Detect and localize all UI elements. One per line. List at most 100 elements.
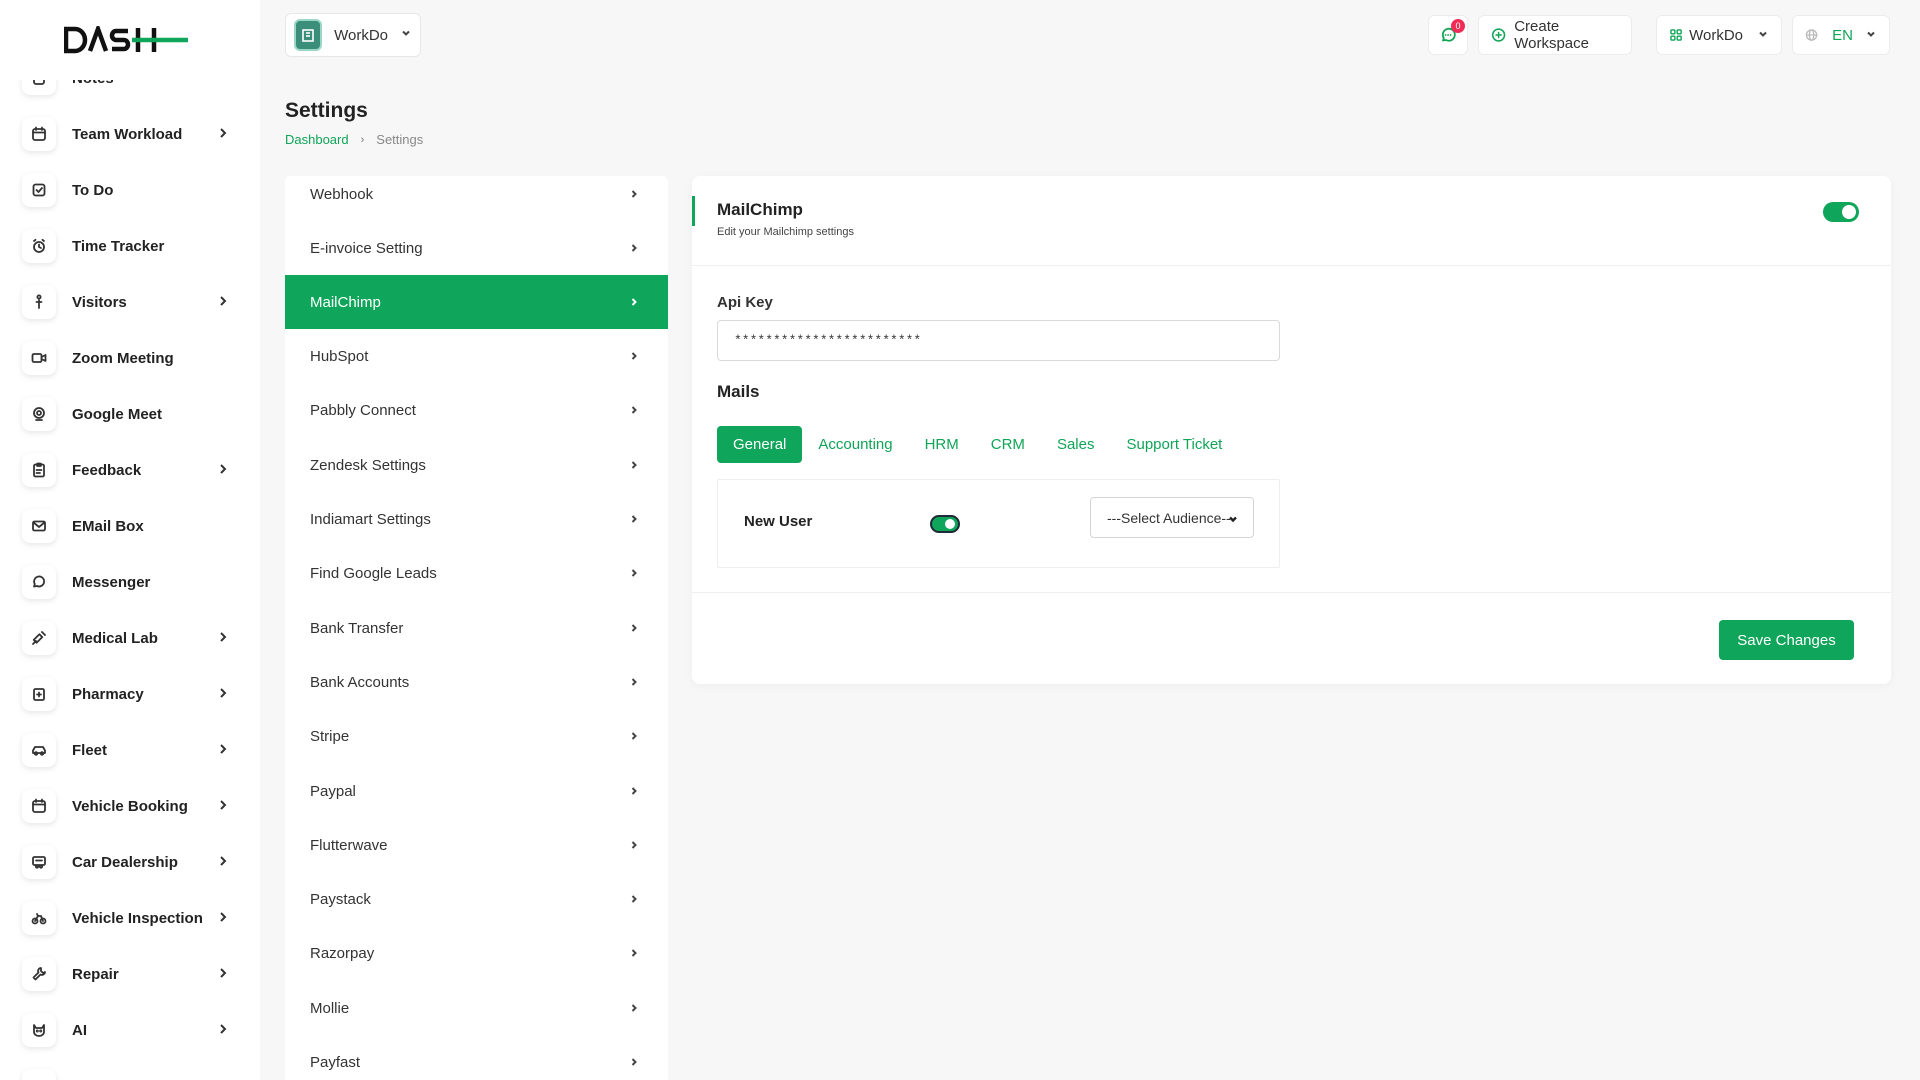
notification-badge: 0 bbox=[1451, 19, 1465, 33]
sidebar-item-label: Visitors bbox=[72, 293, 127, 311]
audience-select[interactable]: ---Select Audience--- bbox=[1090, 497, 1254, 538]
chevron-right-icon bbox=[628, 295, 640, 312]
workdo-menu-label: WorkDo bbox=[1689, 26, 1743, 44]
settings-item-bank-transfer[interactable]: Bank Transfer bbox=[285, 601, 668, 655]
language-selector[interactable]: EN bbox=[1792, 15, 1890, 55]
sidebar-item-to-do[interactable]: To Do bbox=[0, 162, 260, 218]
sidebar-item-fleet[interactable]: Fleet bbox=[0, 722, 260, 778]
settings-item-paystack[interactable]: Paystack bbox=[285, 872, 668, 926]
sidebar-item-messenger[interactable]: Messenger bbox=[0, 554, 260, 610]
sidebar-item-label: Messenger bbox=[72, 573, 151, 591]
sidebar-item-zoom-meeting[interactable]: Zoom Meeting bbox=[0, 330, 260, 386]
settings-item-pabbly-connect[interactable]: Pabbly Connect bbox=[285, 383, 668, 437]
mailchimp-enable-toggle[interactable] bbox=[1823, 202, 1859, 222]
chevron-right-icon bbox=[628, 349, 640, 366]
settings-item-flutterwave[interactable]: Flutterwave bbox=[285, 818, 668, 872]
sidebar-item-label: Team Workload bbox=[72, 125, 183, 143]
sidebar-item-car-dealership[interactable]: Car Dealership bbox=[0, 834, 260, 890]
settings-item-paypal[interactable]: Paypal bbox=[285, 764, 668, 818]
card-accent-bar bbox=[692, 196, 695, 226]
plus-circle-icon bbox=[1491, 28, 1506, 42]
workdo-menu[interactable]: WorkDo bbox=[1656, 15, 1782, 55]
bike-icon bbox=[22, 901, 56, 935]
messages-button[interactable]: 0 bbox=[1428, 15, 1468, 55]
medkit-icon bbox=[22, 677, 56, 711]
calendar-check-icon bbox=[22, 789, 56, 823]
sidebar-item-label: Car Dealership bbox=[72, 853, 178, 871]
sidebar-item-label: Google Meet bbox=[72, 405, 163, 423]
create-workspace-button[interactable]: Create Workspace bbox=[1478, 15, 1632, 55]
sidebar-item-ai[interactable]: AI bbox=[0, 1002, 260, 1058]
settings-item-stripe[interactable]: Stripe bbox=[285, 709, 668, 763]
tab-general[interactable]: General bbox=[717, 426, 803, 463]
audience-select-value: ---Select Audience--- bbox=[1107, 509, 1236, 526]
mails-section-title: Mails bbox=[717, 382, 760, 401]
sidebar-item-label: Time Tracker bbox=[72, 237, 165, 255]
sidebar-item-label: Pharmacy bbox=[72, 685, 144, 703]
chevron-right-icon bbox=[628, 566, 640, 583]
settings-item-e-invoice[interactable]: E-invoice Setting bbox=[285, 221, 668, 275]
sidebar-item-vehicle-inspection[interactable]: Vehicle Inspection bbox=[0, 890, 260, 946]
dash-logo-icon bbox=[64, 26, 188, 54]
sidebar-item-feedback[interactable]: Feedback bbox=[0, 442, 260, 498]
settings-item-zendesk[interactable]: Zendesk Settings bbox=[285, 438, 668, 492]
chevron-down-icon bbox=[400, 26, 412, 44]
chevron-right-icon bbox=[628, 241, 640, 258]
chevron-right-icon bbox=[628, 512, 640, 529]
settings-item-bank-accounts[interactable]: Bank Accounts bbox=[285, 655, 668, 709]
mail-setting-row: New User ---Select Audience--- bbox=[717, 479, 1280, 568]
settings-item-razorpay[interactable]: Razorpay bbox=[285, 926, 668, 980]
settings-item-label: Paypal bbox=[310, 782, 356, 800]
sidebar: Notes Team Workload To Do Time Tracker V… bbox=[0, 0, 260, 1080]
tab-sales[interactable]: Sales bbox=[1041, 426, 1111, 463]
settings-item-find-google-leads[interactable]: Find Google Leads bbox=[285, 546, 668, 600]
sidebar-item-pharmacy[interactable]: Pharmacy bbox=[0, 666, 260, 722]
sidebar-item-email-box[interactable]: EMail Box bbox=[0, 498, 260, 554]
sidebar-item-vehicle-booking[interactable]: Vehicle Booking bbox=[0, 778, 260, 834]
video-icon bbox=[22, 341, 56, 375]
dealership-icon bbox=[22, 845, 56, 879]
mailchimp-settings-card: MailChimp Edit your Mailchimp settings A… bbox=[692, 176, 1891, 684]
sidebar-item-label: Vehicle Booking bbox=[72, 797, 188, 815]
mail-setting-label: New User bbox=[744, 513, 813, 530]
breadcrumb-current: Settings bbox=[376, 132, 424, 147]
chevron-right-icon bbox=[628, 892, 640, 909]
chevron-right-icon bbox=[216, 910, 230, 927]
sidebar-item-team-workload[interactable]: Team Workload bbox=[0, 106, 260, 162]
alarm-icon bbox=[22, 229, 56, 263]
sidebar-item-visitors[interactable]: Visitors bbox=[0, 274, 260, 330]
tab-crm[interactable]: CRM bbox=[975, 426, 1041, 463]
chevron-right-icon bbox=[216, 742, 230, 759]
breadcrumb-dashboard-link[interactable]: Dashboard bbox=[285, 132, 349, 147]
breadcrumb-separator-icon: › bbox=[360, 133, 365, 146]
sidebar-item-google-meet[interactable]: Google Meet bbox=[0, 386, 260, 442]
building-icon bbox=[294, 19, 323, 51]
tab-hrm[interactable]: HRM bbox=[909, 426, 975, 463]
settings-item-label: Indiamart Settings bbox=[310, 510, 431, 528]
chevron-right-icon bbox=[628, 621, 640, 638]
sidebar-item-medical-lab[interactable]: Medical Lab bbox=[0, 610, 260, 666]
settings-item-hubspot[interactable]: HubSpot bbox=[285, 329, 668, 383]
brand-logo[interactable] bbox=[0, 0, 260, 80]
settings-item-indiamart[interactable]: Indiamart Settings bbox=[285, 492, 668, 546]
sidebar-item-time-tracker[interactable]: Time Tracker bbox=[0, 218, 260, 274]
sidebar-item-label: Feedback bbox=[72, 461, 142, 479]
sidebar-item-repair[interactable]: Repair bbox=[0, 946, 260, 1002]
chevron-right-icon bbox=[216, 126, 230, 143]
settings-item-payfast[interactable]: Payfast bbox=[285, 1035, 668, 1080]
api-key-input[interactable] bbox=[717, 320, 1280, 361]
sidebar-item-label: Zoom Meeting bbox=[72, 349, 174, 367]
sidebar-item-more[interactable] bbox=[0, 1058, 260, 1080]
workspace-switcher[interactable]: WorkDo bbox=[285, 13, 421, 57]
settings-item-webhook[interactable]: Webhook bbox=[285, 176, 668, 221]
new-user-mail-toggle[interactable] bbox=[930, 515, 960, 533]
tab-support-ticket[interactable]: Support Ticket bbox=[1110, 426, 1238, 463]
settings-item-mailchimp[interactable]: MailChimp bbox=[285, 275, 668, 329]
settings-item-label: Pabbly Connect bbox=[310, 401, 416, 419]
chevron-right-icon bbox=[216, 294, 230, 311]
api-key-label: Api Key bbox=[717, 294, 773, 311]
settings-item-label: E-invoice Setting bbox=[310, 239, 423, 257]
settings-item-mollie[interactable]: Mollie bbox=[285, 981, 668, 1035]
tab-accounting[interactable]: Accounting bbox=[802, 426, 908, 463]
save-changes-button[interactable]: Save Changes bbox=[1719, 620, 1854, 660]
